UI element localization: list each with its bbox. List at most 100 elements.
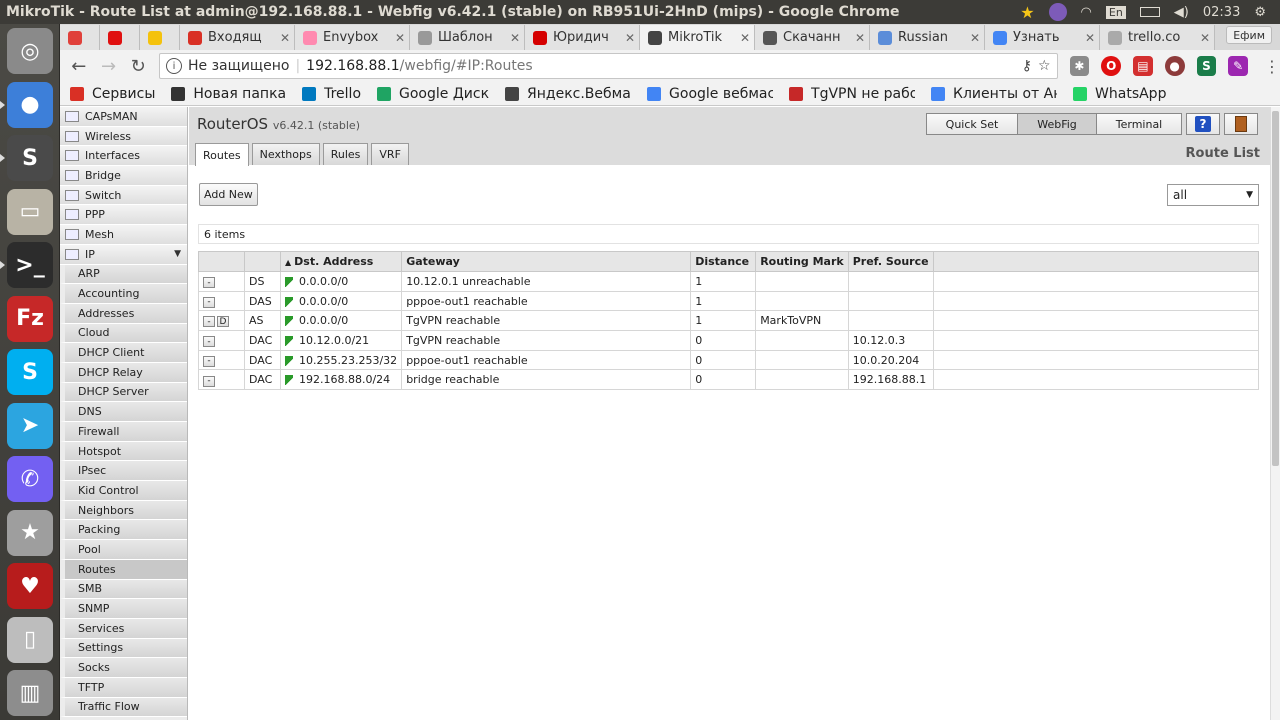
remove-button[interactable]: - xyxy=(203,355,215,367)
remove-button[interactable]: - xyxy=(203,336,215,348)
remove-button[interactable]: - xyxy=(203,316,215,328)
webfig-button[interactable]: WebFig xyxy=(1017,113,1097,135)
browser-tab[interactable]: Юридич ✕ xyxy=(525,25,640,50)
page-scrollbar[interactable] xyxy=(1270,107,1280,720)
sidebar-subitem-addresses[interactable]: Addresses xyxy=(60,303,187,324)
sidebar-subitem-services[interactable]: Services xyxy=(60,618,187,639)
sidebar-subitem-accounting[interactable]: Accounting xyxy=(60,284,187,304)
column-gateway[interactable]: Gateway xyxy=(401,251,692,272)
sidebar-subitem-arp[interactable]: ARP xyxy=(60,264,187,285)
sidebar-subitem-dhcp-relay[interactable]: DHCP Relay xyxy=(60,362,187,383)
volume-icon[interactable]: ◀) xyxy=(1174,5,1189,20)
back-button[interactable]: ← xyxy=(66,53,92,79)
close-icon[interactable]: ✕ xyxy=(510,31,520,45)
sidebar-subitem-tftp[interactable]: TFTP xyxy=(60,677,187,698)
column-pref-source[interactable]: Pref. Source xyxy=(847,251,934,272)
viber-tray-icon[interactable] xyxy=(1048,3,1067,21)
sidebar-item-mesh[interactable]: Mesh xyxy=(60,225,187,245)
table-row[interactable]: - DAS 0.0.0.0/0 pppoe-out1 reachable 1 xyxy=(198,290,1260,312)
sync-extension-icon[interactable]: S xyxy=(1196,56,1217,76)
viber-icon[interactable]: ✆ xyxy=(7,456,53,502)
column-distance[interactable]: Distance xyxy=(690,251,757,272)
usb-icon[interactable]: ▯ xyxy=(7,616,53,663)
battery-icon[interactable] xyxy=(1139,7,1160,17)
bookmark-star-icon[interactable]: ★ xyxy=(1020,3,1034,22)
browser-tab[interactable]: Envybox ✕ xyxy=(295,25,410,50)
bookmark-item[interactable]: Сервисы xyxy=(70,86,165,102)
sidebar-subitem-socks[interactable]: Socks xyxy=(60,658,187,678)
url-text[interactable]: 192.168.88.1/webfig/#IP:Routes xyxy=(306,58,1016,74)
table-row[interactable]: - DAC 10.12.0.0/21 TgVPN reachable 0 10.12.0.… xyxy=(198,330,1260,351)
close-icon[interactable]: ✕ xyxy=(1085,31,1095,45)
terminal-icon[interactable]: >_ xyxy=(7,242,53,288)
route-dst-address[interactable]: 0.0.0.0/0 xyxy=(279,271,403,292)
column-routing-mark[interactable]: Routing Mark xyxy=(755,251,849,272)
chrome-icon[interactable]: ● xyxy=(7,81,53,128)
sidebar-subitem-neighbors[interactable]: Neighbors xyxy=(60,500,187,521)
info-icon[interactable]: i xyxy=(166,58,183,74)
logout-button[interactable] xyxy=(1224,113,1258,135)
route-dst-address[interactable]: 192.168.88.0/24 xyxy=(279,369,403,391)
wine-icon[interactable]: ♥ xyxy=(7,563,53,609)
key-icon[interactable]: ⚷ xyxy=(1022,58,1032,74)
keyboard-layout[interactable]: En xyxy=(1105,5,1126,19)
sidebar-subitem-traffic-flow[interactable]: Traffic Flow xyxy=(60,697,187,718)
sidebar-subitem-dns[interactable]: DNS xyxy=(60,402,187,422)
browser-tab[interactable]: MikroTik ✕ xyxy=(640,25,755,50)
filter-select[interactable]: all ▼ xyxy=(1167,184,1259,206)
address-bar[interactable]: i Не защищено | 192.168.88.1/webfig/#IP:… xyxy=(159,53,1058,79)
tab-rules[interactable]: Rules xyxy=(322,143,369,165)
sidebar-subitem-kid-control[interactable]: Kid Control xyxy=(60,481,187,501)
filezilla-icon[interactable]: Fz xyxy=(7,295,53,342)
bookmark-item[interactable]: Google Диск xyxy=(377,86,499,102)
bookmark-item[interactable]: WhatsApp xyxy=(1073,86,1176,102)
gear-icon[interactable]: ⚙ xyxy=(1254,5,1266,20)
close-icon[interactable]: ✕ xyxy=(970,31,980,45)
close-icon[interactable]: ✕ xyxy=(1200,31,1210,45)
route-dst-address[interactable]: 0.0.0.0/0 xyxy=(279,290,403,312)
sidebar-item-interfaces[interactable]: Interfaces xyxy=(60,146,187,167)
table-row[interactable]: - DS 0.0.0.0/0 10.12.0.1 unreachable 1 xyxy=(198,271,1260,292)
close-icon[interactable]: ✕ xyxy=(625,31,635,45)
bookmark-item[interactable]: Новая папка xyxy=(171,86,296,102)
browser-tab[interactable]: Входящ ✕ xyxy=(180,25,295,50)
sidebar-item-switch[interactable]: Switch xyxy=(60,185,187,206)
bookmark-item[interactable]: TgVPN не работ xyxy=(789,86,925,102)
add-new-button[interactable]: Add New xyxy=(199,183,258,206)
bookmark-item[interactable]: Яндекс.Вебмас xyxy=(505,86,641,102)
route-dst-address[interactable]: 10.12.0.0/21 xyxy=(279,330,403,351)
browser-tab[interactable] xyxy=(140,25,180,50)
tab-vrf[interactable]: VRF xyxy=(371,143,409,165)
trash-icon[interactable]: ▥ xyxy=(7,670,53,716)
forward-button[interactable]: → xyxy=(96,53,122,79)
browser-tab[interactable]: Шаблон ✕ xyxy=(410,25,525,50)
close-icon[interactable]: ✕ xyxy=(740,31,750,45)
help-button[interactable]: ? xyxy=(1186,113,1220,135)
sidebar-item-capsman[interactable]: CAPsMAN xyxy=(60,107,187,127)
route-dst-address[interactable]: 10.255.23.253/32 xyxy=(279,349,403,371)
remove-button[interactable]: - xyxy=(203,375,215,387)
route-dst-address[interactable]: 0.0.0.0/0 xyxy=(279,310,403,332)
sidebar-subitem-dhcp-server[interactable]: DHCP Server xyxy=(60,382,187,403)
extension-badge-icon[interactable]: ▤ xyxy=(1133,56,1153,76)
sidebar-subitem-settings[interactable]: Settings xyxy=(60,638,187,659)
browser-menu-icon[interactable]: ⋮ xyxy=(1264,57,1280,76)
skype-icon[interactable]: S xyxy=(7,349,53,395)
sidebar-subitem-cloud[interactable]: Cloud xyxy=(60,323,187,344)
close-icon[interactable]: ✕ xyxy=(280,31,290,45)
sidebar-item-ppp[interactable]: PPP xyxy=(60,205,187,226)
wifi-icon[interactable]: ◠ xyxy=(1081,5,1092,20)
column-dst-address[interactable]: ▲ Dst. Address xyxy=(279,251,403,272)
sidebar-subitem-smb[interactable]: SMB xyxy=(60,579,187,600)
reload-button[interactable]: ↻ xyxy=(125,53,151,79)
browser-tab[interactable] xyxy=(60,25,100,50)
sidebar-subitem-dhcp-client[interactable]: DHCP Client xyxy=(60,343,187,363)
sidebar-subitem-ipsec[interactable]: IPsec xyxy=(60,461,187,482)
remove-button[interactable]: - xyxy=(203,296,215,308)
sidebar-subitem-firewall[interactable]: Firewall xyxy=(60,422,187,442)
table-row[interactable]: - DAC 192.168.88.0/24 bridge reachable 0 192.… xyxy=(198,369,1260,391)
sidebar-subitem-routes[interactable]: Routes xyxy=(60,559,187,580)
tab-routes[interactable]: Routes xyxy=(195,143,249,166)
sidebar-subitem-pool[interactable]: Pool xyxy=(60,540,187,560)
browser-tab[interactable]: Russian ✕ xyxy=(870,25,985,50)
